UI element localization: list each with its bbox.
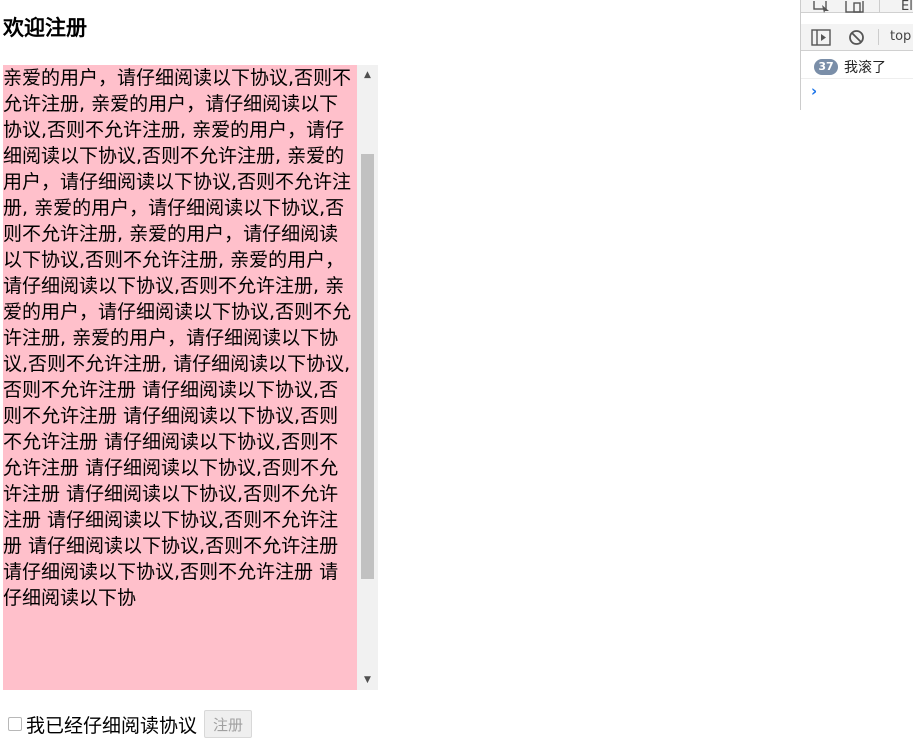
agreement-box[interactable]: 亲爱的用户，请仔细阅读以下协议,否则不允许注册, 亲爱的用户，请仔细阅读以下协议… (3, 65, 378, 690)
show-sidebar-icon[interactable] (811, 29, 831, 46)
scroll-up-arrow-icon[interactable]: ▲ (357, 65, 378, 85)
agree-row: 我已经仔细阅读协议 注册 (6, 710, 253, 738)
repeat-count-badge: 37 (814, 59, 838, 75)
scroll-down-arrow-icon[interactable]: ▼ (357, 670, 378, 690)
register-button[interactable]: 注册 (204, 710, 253, 738)
agree-checkbox[interactable] (8, 717, 22, 731)
inspect-element-icon[interactable] (813, 1, 831, 13)
clear-console-icon[interactable] (848, 29, 865, 46)
device-toolbar-icon[interactable] (845, 1, 865, 13)
devtools-panel: El top 37 我滚了 › (800, 0, 913, 110)
agree-label[interactable]: 我已经仔细阅读协议 (26, 711, 197, 738)
elements-tab[interactable]: El (901, 0, 913, 14)
agreement-text: 亲爱的用户，请仔细阅读以下协议,否则不允许注册, 亲爱的用户，请仔细阅读以下协议… (3, 67, 352, 609)
console-prompt-icon[interactable]: › (811, 82, 817, 100)
page-title: 欢迎注册 (3, 16, 87, 40)
context-selector[interactable]: top (890, 29, 911, 44)
console-message-row: 37 我滚了 (801, 56, 913, 79)
console-message: 我滚了 (844, 60, 886, 76)
devtools-top-toolbar: El (801, 0, 913, 14)
toolbar-separator (878, 29, 879, 45)
console-toolbar: top (801, 24, 913, 51)
scroll-thumb[interactable] (361, 154, 374, 579)
agreement-content[interactable]: 亲爱的用户，请仔细阅读以下协议,否则不允许注册, 亲爱的用户，请仔细阅读以下协议… (3, 65, 357, 690)
toolbar-separator (879, 0, 880, 12)
agreement-scrollbar[interactable]: ▲ ▼ (357, 65, 378, 690)
